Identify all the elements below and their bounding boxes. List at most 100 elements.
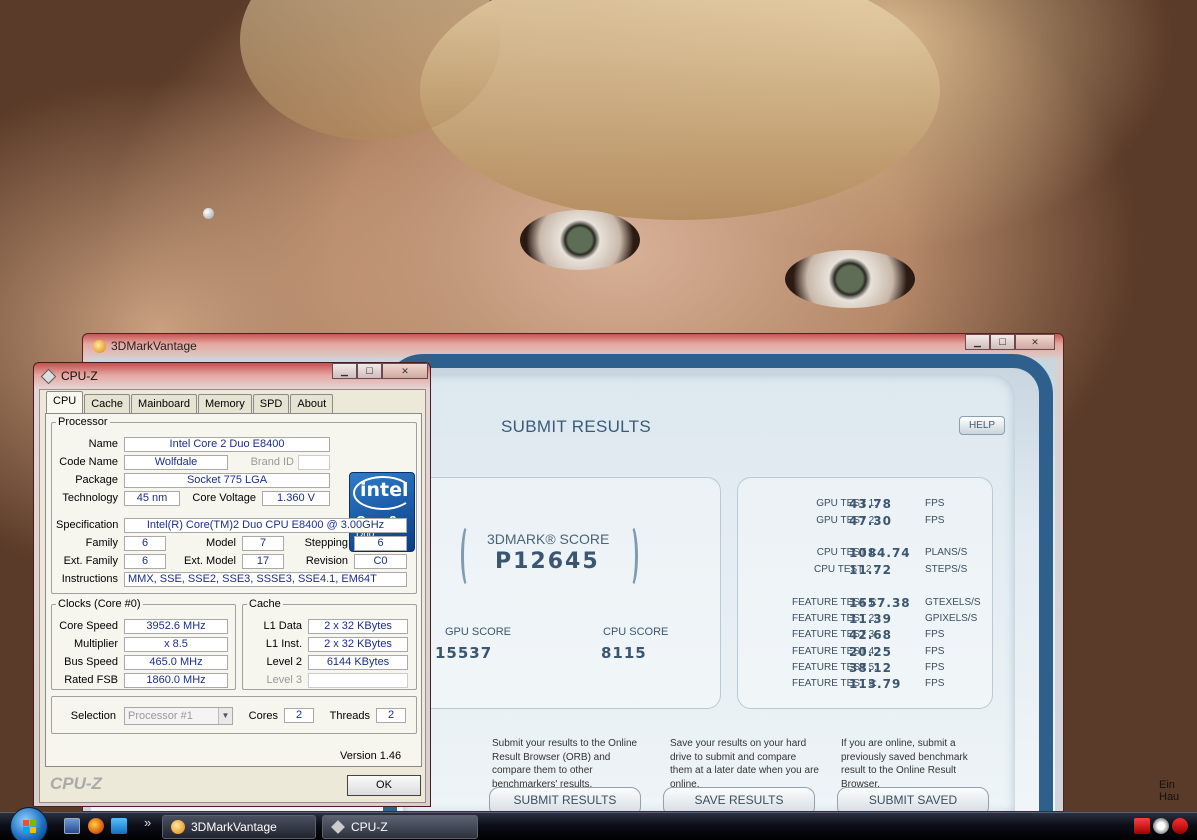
family-value: 6 [124,536,166,551]
wallpaper-eye-left [520,210,640,270]
3dmark-score-label: 3DMARK® SCORE [487,531,610,547]
windows-logo-icon [30,827,36,833]
cores-label: Cores [248,710,278,722]
taskbar-item-cpuz[interactable]: CPU-Z [322,815,478,839]
model-value: 7 [242,536,284,551]
quicklaunch-chevron-icon[interactable]: » [144,815,151,830]
specification-value: Intel(R) Core(TM)2 Duo CPU E8400 @ 3.00G… [124,518,407,533]
name-value: Intel Core 2 Duo E8400 [124,437,330,452]
score-panel [413,477,721,709]
test-value: 1084.74 [849,546,911,560]
name-label: Name [88,438,118,450]
tab-about[interactable]: About [290,394,334,413]
version-label: Version 1.46 [340,750,402,762]
cpuz-tabs: CPU Cache Mainboard Memory SPD About [46,391,334,413]
l1-inst-label: L1 Inst. [265,638,302,650]
firefox-icon[interactable] [88,818,104,834]
tab-memory[interactable]: Memory [198,394,252,413]
gpu-score-value: 15537 [435,644,493,662]
switch-windows-icon[interactable] [111,818,127,834]
instructions-label: Instructions [61,573,118,585]
close-button[interactable]: ✕ [1015,334,1055,350]
threads-value: 2 [376,708,406,723]
maximize-button[interactable]: ☐ [990,334,1015,350]
level3-value [308,673,408,688]
show-desktop-icon[interactable] [64,818,80,834]
close-button[interactable]: ✕ [382,363,428,379]
submit-saved-description: If you are online, submit a previously s… [841,738,968,790]
cpuz-window[interactable]: CPU-Z ▁ ☐ ✕ CPU Cache Mainboard Memory S… [33,362,431,807]
test-row: CPU TEST 1: 1084.74 PLANS/S [743,546,1063,563]
windows-logo-icon [23,827,29,833]
start-button[interactable] [10,807,48,840]
test-unit: PLANS/S [925,547,968,558]
test-value: 113.79 [849,677,902,691]
maximize-button[interactable]: ☐ [357,363,382,379]
test-value: 11.39 [849,612,892,626]
processor-select[interactable]: Processor #1 ▼ [124,707,233,725]
test-row: FEATURE TEST 1: 1657.38 GTEXELS/S [743,596,1063,613]
minimize-button[interactable]: ▁ [332,363,357,379]
test-unit: GPIXELS/S [925,613,978,624]
wallpaper-earring [203,208,214,219]
taskbar-item-3dmark[interactable]: 3DMarkVantage [162,815,316,839]
cpuz-brand-logo: CPU-Z [50,774,102,793]
submit-results-button[interactable]: SUBMIT RESULTS [489,787,641,811]
submit-results-heading: SUBMIT RESULTS [501,417,651,436]
codename-label: Code Name [59,456,118,468]
ati-tray-icon[interactable] [1134,818,1150,834]
cpu-tab-page: Processor Name Intel Core 2 Duo E8400 Co… [45,413,422,767]
bus-speed-label: Bus Speed [64,656,118,668]
score-bracket-left [461,524,475,588]
chevron-down-icon[interactable]: ▼ [218,708,232,724]
brand-id-value [298,455,330,470]
processor-select-value: Processor #1 [128,710,193,722]
cpuz-client-area: CPU Cache Mainboard Memory SPD About Pro… [39,389,426,803]
test-value: 1657.38 [849,596,911,610]
tab-mainboard[interactable]: Mainboard [131,394,198,413]
core-voltage-label: Core Voltage [192,492,256,504]
3dmark-taskbar-icon [171,820,185,834]
ext-family-value: 6 [124,554,166,569]
stepping-label: Stepping [304,537,348,549]
test-row: FEATURE TEST 2: 11.39 GPIXELS/S [743,612,1063,629]
test-unit: FPS [925,629,945,640]
taskbar: » 3DMarkVantage CPU-Z [0,807,1197,840]
windows-logo-icon [30,820,36,826]
ok-button[interactable]: OK [347,775,421,796]
revision-value: C0 [354,554,407,569]
test-value: 43.78 [849,497,892,511]
wallpaper-eye-right [785,250,915,308]
clocks-legend: Clocks (Core #0) [58,598,141,610]
level3-label: Level 3 [266,674,302,686]
test-unit: FPS [925,498,945,509]
network-tray-icon[interactable] [1153,818,1169,834]
test-row: FEATURE TEST 4: 20.25 FPS [743,645,1063,662]
submit-saved-button[interactable]: SUBMIT SAVED [837,787,989,811]
l1-data-value: 2 x 32 KBytes [308,619,408,634]
tab-cache[interactable]: Cache [84,394,131,413]
core-speed-label: Core Speed [59,620,118,632]
selection-label: Selection [70,710,116,722]
level2-value: 6144 KBytes [308,655,408,670]
help-button[interactable]: HELP [959,416,1005,435]
l1-data-label: L1 Data [263,620,302,632]
ext-family-label: Ext. Family [63,555,118,567]
technology-value: 45 nm [124,491,180,506]
save-results-button[interactable]: SAVE RESULTS [663,787,815,811]
core-voltage-value: 1.360 V [262,491,330,506]
minimize-button[interactable]: ▁ [965,334,990,350]
test-row: CPU TEST 2 :11.72 STEPS/S [743,563,1063,580]
3dmark-app-icon [93,340,106,353]
antivirus-tray-icon[interactable] [1172,818,1188,834]
tab-cpu[interactable]: CPU [46,391,84,413]
level2-label: Level 2 [266,656,302,668]
intel-logo-word: intel [360,479,409,501]
test-unit: FPS [925,515,945,526]
rated-fsb-label: Rated FSB [64,674,118,686]
tab-spd[interactable]: SPD [252,394,290,413]
test-row: FEATURE TEST 5: 38.12 FPS [743,661,1063,678]
test-value: 47.30 [849,514,892,528]
cpuz-app-icon [40,368,57,385]
cpuz-window-title: CPU-Z [61,369,98,383]
